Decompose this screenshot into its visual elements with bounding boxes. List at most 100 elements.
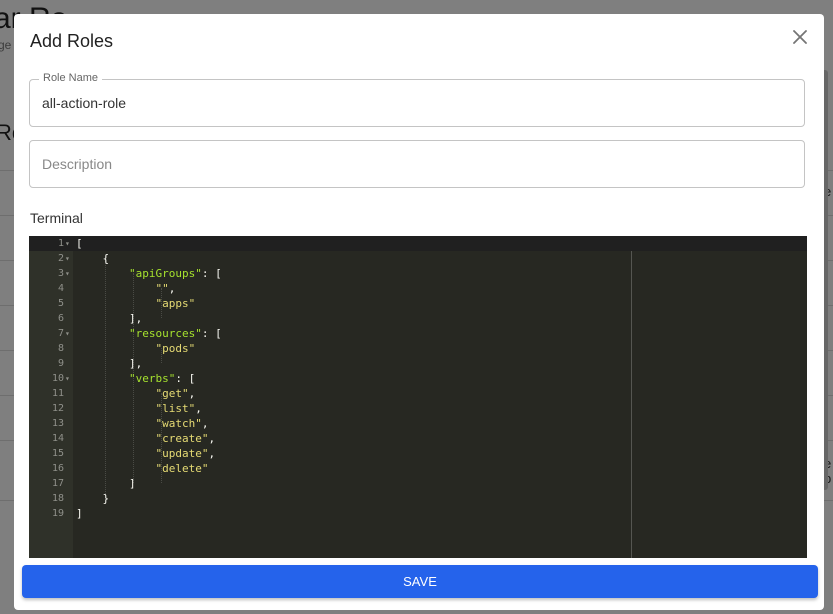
- line-number: 12: [51, 403, 64, 414]
- json-punctuation: : [: [201, 267, 222, 280]
- json-punctuation: ,: [201, 417, 209, 430]
- json-string: "get": [155, 387, 189, 400]
- editor-line[interactable]: 5 "apps": [29, 296, 807, 311]
- code-text: "",: [76, 281, 175, 296]
- editor-line[interactable]: 19]: [29, 506, 807, 521]
- json-string: "list": [155, 402, 196, 415]
- line-number: 3: [57, 268, 64, 279]
- line-number: 19: [51, 508, 64, 519]
- code-text: "resources": [: [76, 326, 222, 341]
- json-punctuation: ,: [188, 387, 196, 400]
- line-number: 10: [51, 373, 64, 384]
- description-field: [29, 140, 805, 188]
- code-text: [: [76, 236, 83, 251]
- editor-line[interactable]: 3 ▾ "apiGroups": [: [29, 266, 807, 281]
- json-string: "pods": [155, 342, 196, 355]
- editor-line[interactable]: 8 "pods": [29, 341, 807, 356]
- line-number: 18: [51, 493, 64, 504]
- json-key: "apiGroups": [128, 267, 202, 280]
- code-text: "create",: [76, 431, 215, 446]
- editor-line[interactable]: 18 }: [29, 491, 807, 506]
- json-punctuation: : [: [175, 372, 196, 385]
- line-number: 8: [57, 343, 64, 354]
- line-number: 11: [51, 388, 64, 399]
- json-punctuation: ,: [168, 282, 176, 295]
- code-text: ]: [76, 476, 136, 491]
- json-string: "delete": [155, 462, 209, 475]
- line-number: 4: [57, 283, 64, 294]
- editor-line[interactable]: 14 "create",: [29, 431, 807, 446]
- json-string: "update": [155, 447, 209, 460]
- code-text: }: [76, 491, 110, 506]
- editor-line[interactable]: 11 "get",: [29, 386, 807, 401]
- fold-toggle-icon[interactable]: ▾: [65, 371, 70, 386]
- json-punctuation: : [: [201, 327, 222, 340]
- editor-line[interactable]: 9 ],: [29, 356, 807, 371]
- code-text: "verbs": [: [76, 371, 195, 386]
- editor-line[interactable]: 16 "delete": [29, 461, 807, 476]
- json-string: "": [155, 282, 169, 295]
- editor-line[interactable]: 7 ▾ "resources": [: [29, 326, 807, 341]
- code-text: ],: [76, 311, 142, 326]
- code-text: ]: [76, 506, 83, 521]
- editor-line[interactable]: 2 ▾ {: [29, 251, 807, 266]
- fold-toggle-icon[interactable]: ▾: [65, 251, 70, 266]
- line-number: 7: [57, 328, 64, 339]
- line-number: 17: [51, 478, 64, 489]
- close-icon: [793, 29, 807, 49]
- json-punctuation: ,: [208, 447, 216, 460]
- editor-line[interactable]: 10 ▾ "verbs": [: [29, 371, 807, 386]
- fold-toggle-icon[interactable]: ▾: [65, 236, 70, 251]
- code-text: "apps": [76, 296, 195, 311]
- editor-line[interactable]: 4 "",: [29, 281, 807, 296]
- line-number: 13: [51, 418, 64, 429]
- close-button[interactable]: [789, 28, 811, 50]
- json-punctuation: {: [102, 252, 110, 265]
- editor-line[interactable]: 12 "list",: [29, 401, 807, 416]
- line-number: 16: [51, 463, 64, 474]
- json-key: "verbs": [128, 372, 176, 385]
- json-punctuation: ,: [208, 432, 216, 445]
- description-input[interactable]: [42, 141, 782, 187]
- json-punctuation: [: [76, 237, 83, 250]
- json-string: "create": [155, 432, 209, 445]
- editor-line[interactable]: 6 ],: [29, 311, 807, 326]
- json-punctuation: }: [102, 492, 110, 505]
- json-punctuation: ]: [128, 477, 136, 490]
- role-name-field: Role Name: [29, 72, 805, 127]
- code-editor[interactable]: 1 ▾[2 ▾ {3 ▾ "apiGroups": [4 "", 5 "apps" 6 ]…: [29, 236, 807, 558]
- save-button[interactable]: SAVE: [22, 565, 818, 598]
- code-text: "watch",: [76, 416, 208, 431]
- terminal-label: Terminal: [30, 210, 83, 226]
- editor-line[interactable]: 13 "watch",: [29, 416, 807, 431]
- code-text: "delete": [76, 461, 208, 476]
- role-name-input[interactable]: [42, 80, 782, 126]
- json-string: "watch": [155, 417, 202, 430]
- line-number: 14: [51, 433, 64, 444]
- json-punctuation: ,: [195, 402, 202, 415]
- line-number: 9: [57, 358, 64, 369]
- code-text: "apiGroups": [: [76, 266, 222, 281]
- editor-line[interactable]: 17 ]: [29, 476, 807, 491]
- json-punctuation: ]: [76, 507, 83, 520]
- code-text: "list",: [76, 401, 202, 416]
- line-number: 2: [57, 253, 64, 264]
- json-key: "resources": [128, 327, 202, 340]
- editor-line[interactable]: 1 ▾ [: [29, 236, 807, 251]
- code-text: {: [76, 251, 110, 266]
- json-punctuation: ],: [128, 312, 143, 325]
- code-text: "pods": [76, 341, 195, 356]
- line-number: 6: [57, 313, 64, 324]
- editor-line[interactable]: 15 "update",: [29, 446, 807, 461]
- code-text: "update",: [76, 446, 215, 461]
- dialog-title: Add Roles: [30, 31, 114, 51]
- add-roles-dialog: Add Roles Role Name Terminal 1▾[2▾ {3▾ "…: [14, 14, 824, 610]
- code-text: "get",: [76, 386, 195, 401]
- line-number: 1: [57, 238, 64, 249]
- code-text: ],: [76, 356, 142, 371]
- line-number: 15: [51, 448, 64, 459]
- fold-toggle-icon[interactable]: ▾: [65, 266, 70, 281]
- fold-toggle-icon[interactable]: ▾: [65, 326, 70, 341]
- json-punctuation: ],: [128, 357, 143, 370]
- line-number: 5: [57, 298, 64, 309]
